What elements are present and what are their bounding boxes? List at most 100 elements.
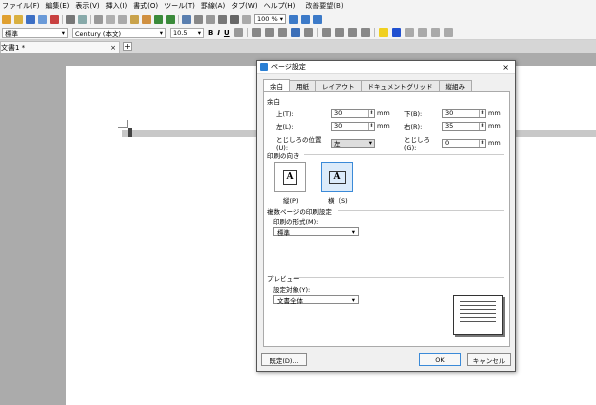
font-size-select[interactable]: 10.5 ▾ [170,27,204,38]
dialog-title-bar[interactable]: ページ設定 × [257,61,515,74]
close-icon[interactable]: × [110,44,116,52]
preview-line [460,301,496,302]
print-icon[interactable] [66,14,75,24]
menu-tab[interactable]: タブ(W) [231,1,257,11]
web-icon[interactable] [289,14,298,24]
add-tab-button[interactable]: + [123,42,132,51]
preview-line [460,321,496,322]
indent-icon[interactable] [360,28,370,37]
align-left-icon[interactable] [251,28,261,37]
tab-layout[interactable]: レイアウト [315,80,362,91]
tab-document-grid[interactable]: ドキュメントグリッド [360,80,440,91]
grow-font-icon[interactable] [404,28,414,37]
margin-bottom-row: 下(B): 30 ⬍ mm [404,108,501,118]
font-color-icon[interactable] [391,28,401,37]
redo-icon[interactable] [166,14,175,24]
highlight-icon[interactable] [378,28,388,37]
save-as-icon[interactable] [38,14,47,24]
underline-button[interactable]: U [224,29,230,37]
menu-help[interactable]: ヘルプ(H) [264,1,296,11]
open-icon[interactable] [14,14,23,24]
spellcheck-icon[interactable] [94,14,103,24]
font-select[interactable]: Century (本文) ▾ [72,27,166,38]
menu-file[interactable]: ファイル(F) [2,1,40,11]
cancel-button[interactable]: キャンセル [467,353,511,366]
undo-icon[interactable] [154,14,163,24]
pdf-icon[interactable] [50,14,59,24]
menu-feedback[interactable]: 改善要望(B) [305,1,343,11]
menu-format[interactable]: 書式(O) [133,1,158,11]
distribute-icon[interactable] [303,28,313,37]
portrait-label: 縦(P) [283,197,299,205]
menu-edit[interactable]: 編集(E) [46,1,70,11]
menu-bar: ファイル(F) 編集(E) 表示(V) 挿入(I) 書式(O) ツール(T) 罫… [0,0,596,12]
menu-insert[interactable]: 挿入(I) [106,1,128,11]
separator [178,14,179,24]
copy-icon[interactable] [118,14,127,24]
new-icon[interactable] [2,14,11,24]
margin-top-label: 上(T): [276,110,294,118]
document-tab[interactable]: 文書1 * × [0,41,120,53]
tab-margins[interactable]: 余白 [263,79,290,91]
align-right-icon[interactable] [277,28,287,37]
margin-right-input[interactable]: 35 ⬍ [442,121,486,131]
bullets-icon[interactable] [321,28,331,37]
tab-paper[interactable]: 用紙 [289,80,316,91]
spin-arrows-icon[interactable]: ⬍ [479,139,485,147]
margin-bottom-input[interactable]: 30 ⬍ [442,108,486,118]
formula-icon[interactable] [194,14,203,24]
bold-button[interactable]: B [208,29,213,37]
format-painter-icon[interactable] [142,14,151,24]
paste-icon[interactable] [130,14,139,24]
margin-left-row: 左(L): 30 ⬍ mm [276,121,390,131]
ok-button[interactable]: OK [419,353,461,366]
shrink-font-icon[interactable] [417,28,427,37]
orientation-section-label: 印刷の向き [267,152,300,160]
preview-line [460,309,496,310]
margin-top-input[interactable]: 30 ⬍ [331,108,375,118]
landscape-button[interactable]: A [321,162,353,192]
menu-tools[interactable]: ツール(T) [164,1,195,11]
zoom-select[interactable]: 100 % ▾ [254,14,286,24]
info-icon[interactable] [301,14,310,24]
chart-icon[interactable] [218,14,227,24]
superscript-icon[interactable] [430,28,440,37]
subscript-icon[interactable] [443,28,453,37]
print-format-select[interactable]: 標準 ▾ [273,227,359,237]
portrait-button[interactable]: A [274,162,306,192]
spin-arrows-icon[interactable]: ⬍ [368,122,374,130]
font-dialog-icon[interactable] [233,28,243,37]
spin-arrows-icon[interactable]: ⬍ [479,122,485,130]
margin-left-input[interactable]: 30 ⬍ [331,121,375,131]
chevron-down-icon: ▾ [61,28,65,37]
italic-button[interactable]: I [217,29,220,37]
gutter-unit: mm [488,139,501,147]
cut-icon[interactable] [106,14,115,24]
menu-table[interactable]: 罫線(A) [201,1,225,11]
menu-view[interactable]: 表示(V) [75,1,99,11]
gutter-input[interactable]: 0 ⬍ [442,138,486,148]
chevron-down-icon: ▾ [368,139,372,147]
close-icon[interactable]: × [502,63,509,72]
print-format-value: 標準 [277,228,290,237]
columns-icon[interactable] [206,14,215,24]
spin-arrows-icon[interactable]: ⬍ [368,109,374,117]
default-button[interactable]: 既定(D)... [261,353,307,366]
outdent-icon[interactable] [347,28,357,37]
align-center-icon[interactable] [264,28,274,37]
show-marks-icon[interactable] [230,14,239,24]
font-value: Century (本文) [75,29,121,38]
numbering-icon[interactable] [334,28,344,37]
margin-left-unit: mm [377,122,390,130]
justify-icon[interactable] [290,28,300,37]
help-icon[interactable] [313,14,322,24]
gutter-position-select[interactable]: 左 ▾ [331,138,375,148]
tab-vertical[interactable]: 縦組み [438,80,472,91]
print-preview-icon[interactable] [78,14,87,24]
style-select[interactable]: 標準 ▾ [2,27,68,38]
insert-table-icon[interactable] [182,14,191,24]
spin-arrows-icon[interactable]: ⬍ [479,109,485,117]
apply-to-select[interactable]: 文書全体 ▾ [273,295,359,305]
save-icon[interactable] [26,14,35,24]
paragraph-icon[interactable] [242,14,251,24]
